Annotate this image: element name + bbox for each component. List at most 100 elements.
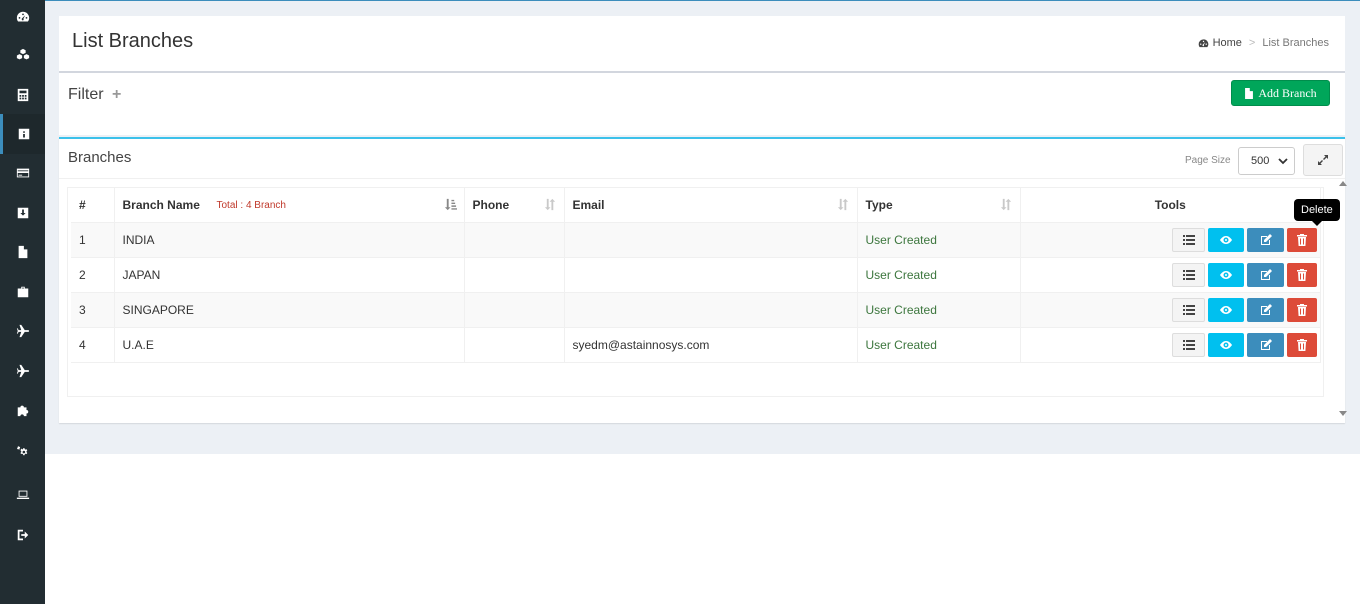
page-size-select[interactable]: 500 bbox=[1238, 147, 1295, 175]
sidebar-item-dashboard[interactable] bbox=[0, 0, 45, 37]
sidebar-item-download[interactable] bbox=[0, 193, 45, 233]
trash-icon bbox=[1297, 338, 1307, 351]
download-icon bbox=[17, 207, 28, 219]
fullscreen-button[interactable] bbox=[1303, 144, 1343, 176]
table-header-row: # Branch Name Total : 4 Branch Phone Ema… bbox=[71, 188, 1321, 223]
sidebar-item-calculator[interactable] bbox=[0, 75, 45, 115]
edit-icon bbox=[1260, 303, 1272, 315]
delete-button[interactable] bbox=[1287, 262, 1317, 287]
sidebar-item-flights[interactable] bbox=[0, 311, 45, 351]
calculator-icon bbox=[17, 88, 28, 102]
edit-button[interactable] bbox=[1247, 332, 1284, 357]
view-button[interactable] bbox=[1208, 262, 1244, 287]
cell-email: syedm@astainnosys.com bbox=[564, 327, 858, 363]
laptop-icon bbox=[16, 490, 29, 499]
sort-icon bbox=[837, 198, 848, 211]
column-label-email: Email bbox=[572, 197, 605, 212]
details-button[interactable] bbox=[1172, 297, 1205, 322]
cell-tools bbox=[1020, 292, 1321, 328]
add-branch-label: Add Branch bbox=[1258, 85, 1317, 100]
cell-phone bbox=[464, 222, 565, 258]
table-row: 3 SINGAPORE User Created bbox=[71, 292, 1321, 328]
cell-num: 2 bbox=[71, 257, 115, 293]
cell-num: 1 bbox=[71, 222, 115, 258]
sidebar-item-devices[interactable] bbox=[0, 475, 45, 515]
file-icon bbox=[18, 245, 27, 259]
delete-button[interactable] bbox=[1287, 332, 1317, 357]
list-icon bbox=[1182, 269, 1195, 280]
sidebar bbox=[0, 0, 45, 604]
scrollbar-up-arrow[interactable] bbox=[1339, 181, 1347, 186]
sidebar-item-branches[interactable] bbox=[0, 114, 45, 154]
plane-icon bbox=[16, 324, 29, 338]
list-icon bbox=[1182, 304, 1195, 315]
sidebar-item-briefcase[interactable] bbox=[0, 272, 45, 312]
view-button[interactable] bbox=[1208, 227, 1244, 252]
edit-button[interactable] bbox=[1247, 227, 1284, 252]
cogs-icon bbox=[16, 445, 27, 456]
trash-icon bbox=[1297, 268, 1307, 281]
cell-num: 3 bbox=[71, 292, 115, 328]
content-area: List Branches Home > List Branches Filte… bbox=[45, 0, 1360, 454]
scrollbar-down-arrow[interactable] bbox=[1339, 411, 1347, 416]
branches-table: # Branch Name Total : 4 Branch Phone Ema… bbox=[71, 188, 1321, 363]
plane-icon bbox=[16, 364, 29, 378]
branches-title: Branches bbox=[68, 149, 132, 166]
details-button[interactable] bbox=[1172, 262, 1205, 287]
table-row: 1 INDIA User Created bbox=[71, 222, 1321, 258]
cubes-icon bbox=[16, 48, 29, 60]
sort-icon bbox=[544, 198, 555, 211]
cell-phone bbox=[464, 257, 565, 293]
column-header-email[interactable]: Email bbox=[564, 188, 858, 223]
delete-button[interactable] bbox=[1287, 297, 1317, 322]
sort-icon bbox=[1000, 198, 1011, 211]
sidebar-item-travel[interactable] bbox=[0, 351, 45, 391]
filter-title[interactable]: Filter bbox=[68, 86, 104, 104]
edit-icon bbox=[1260, 268, 1272, 280]
page-header: List Branches Home > List Branches bbox=[59, 16, 1345, 73]
details-button[interactable] bbox=[1172, 332, 1205, 357]
page-title: List Branches bbox=[72, 30, 194, 52]
trash-icon bbox=[1297, 233, 1307, 246]
eye-icon bbox=[1220, 340, 1232, 349]
cell-branch-name: SINGAPORE bbox=[114, 292, 465, 328]
sidebar-item-plugins[interactable] bbox=[0, 390, 45, 430]
edit-button[interactable] bbox=[1247, 297, 1284, 322]
dashboard-icon bbox=[16, 11, 29, 22]
list-icon bbox=[1182, 339, 1195, 350]
page-size-label: Page Size bbox=[1185, 155, 1231, 166]
sidebar-item-payments[interactable] bbox=[0, 153, 45, 193]
table-row: 4 U.A.E syedm@astainnosys.com User Creat… bbox=[71, 327, 1321, 363]
cell-type: User Created bbox=[857, 257, 1021, 293]
view-button[interactable] bbox=[1208, 332, 1244, 357]
sidebar-item-cubes[interactable] bbox=[0, 35, 45, 75]
column-header-phone[interactable]: Phone bbox=[464, 188, 565, 223]
filter-expand-toggle[interactable]: + bbox=[112, 86, 121, 104]
divider bbox=[59, 178, 1345, 179]
edit-button[interactable] bbox=[1247, 262, 1284, 287]
view-button[interactable] bbox=[1208, 297, 1244, 322]
breadcrumb-home[interactable]: Home bbox=[1213, 37, 1242, 49]
cell-tools bbox=[1020, 257, 1321, 293]
details-button[interactable] bbox=[1172, 227, 1205, 252]
column-header-branch-name[interactable]: Branch Name Total : 4 Branch bbox=[114, 188, 465, 223]
cell-phone bbox=[464, 292, 565, 328]
column-header-num: # bbox=[71, 188, 115, 223]
puzzle-icon bbox=[17, 405, 28, 417]
branches-table-wrapper: # Branch Name Total : 4 Branch Phone Ema… bbox=[67, 187, 1324, 397]
sidebar-item-logout[interactable] bbox=[0, 515, 45, 555]
chevron-down-icon bbox=[1278, 158, 1288, 165]
expand-icon bbox=[1318, 155, 1328, 165]
sort-asc-icon bbox=[444, 198, 457, 211]
sidebar-item-documents[interactable] bbox=[0, 232, 45, 272]
cell-email bbox=[564, 257, 858, 293]
add-branch-button[interactable]: Add Branch bbox=[1231, 80, 1330, 106]
eye-icon bbox=[1220, 305, 1232, 314]
delete-button[interactable] bbox=[1287, 227, 1317, 252]
eye-icon bbox=[1220, 270, 1232, 279]
column-header-type[interactable]: Type bbox=[857, 188, 1021, 223]
list-icon bbox=[1182, 234, 1195, 245]
cell-type: User Created bbox=[857, 222, 1021, 258]
sidebar-item-settings[interactable] bbox=[0, 432, 45, 472]
file-icon bbox=[1245, 87, 1254, 99]
